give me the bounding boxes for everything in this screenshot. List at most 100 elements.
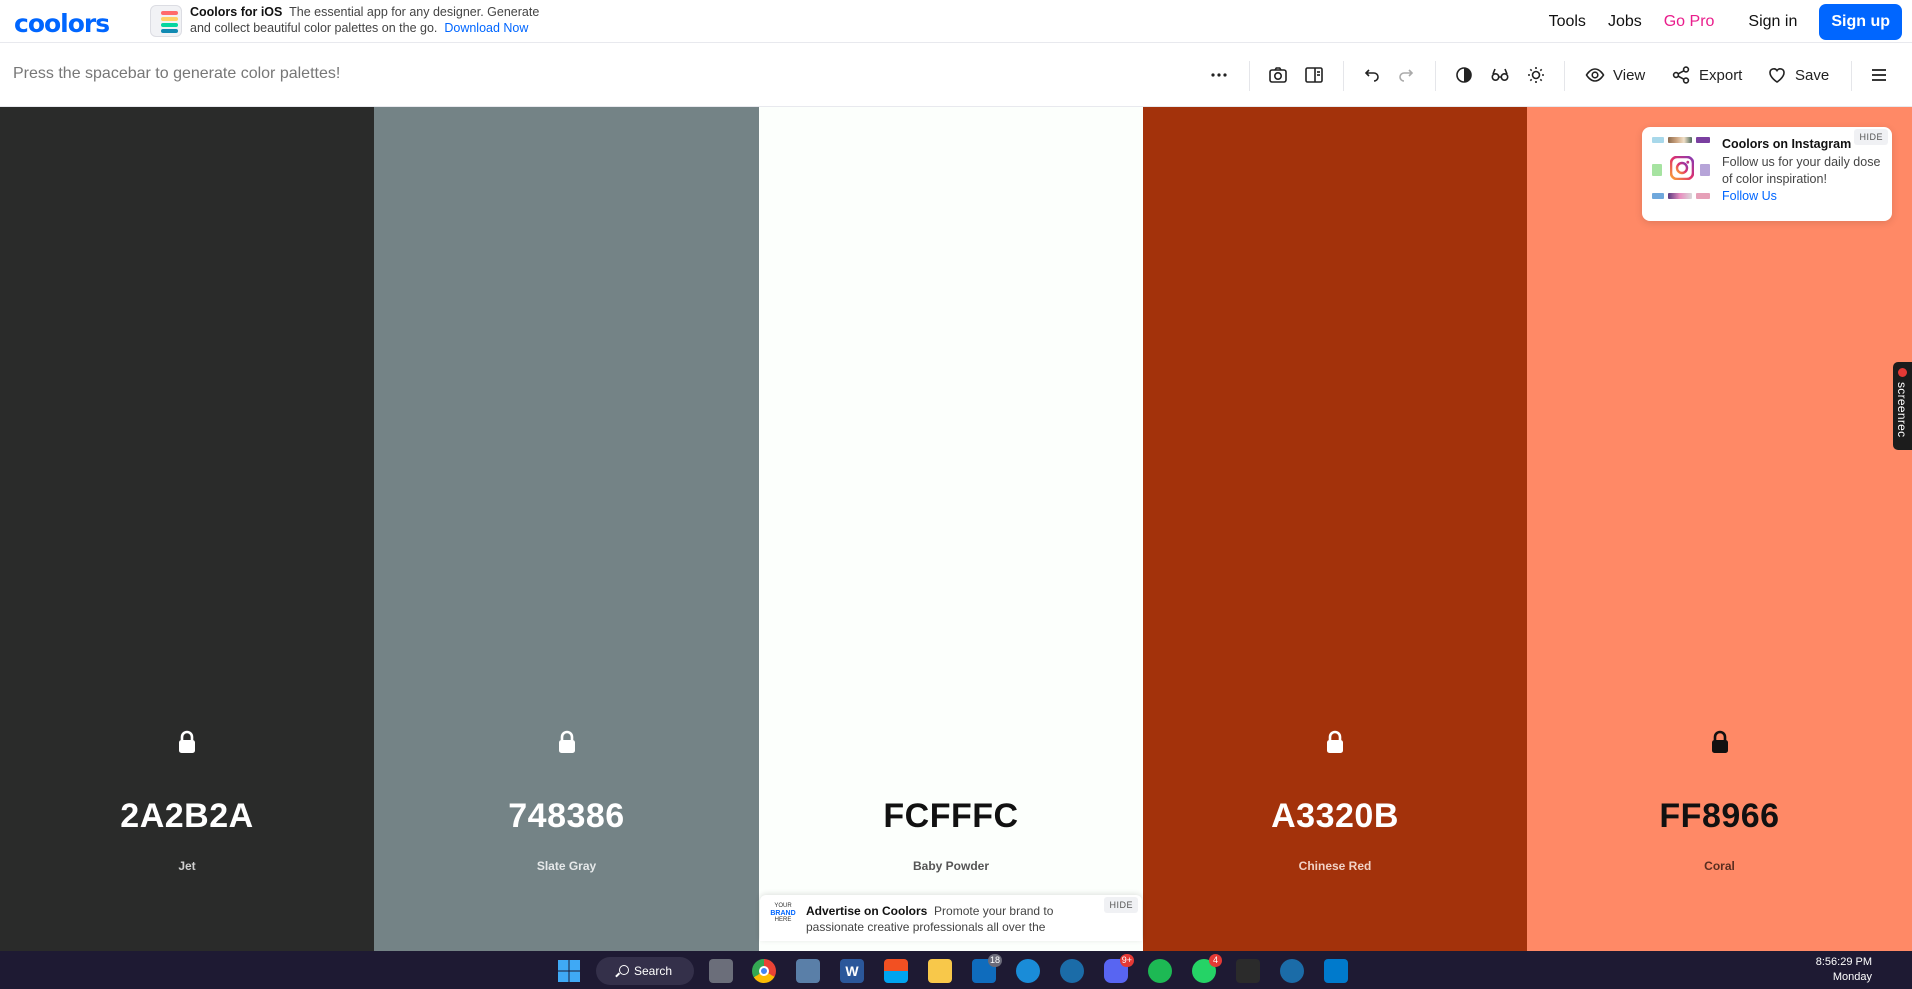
hex-code[interactable]: A3320B (1143, 797, 1527, 836)
taskbar-search-label: Search (634, 964, 673, 978)
app-bm-icon[interactable] (1236, 959, 1260, 983)
hex-code[interactable]: 748386 (374, 797, 759, 836)
photos-icon[interactable] (796, 959, 820, 983)
instagram-card-title: Coolors on Instagram (1722, 137, 1852, 151)
promo-text: Coolors for iOS The essential app for an… (190, 5, 560, 36)
sign-in-link[interactable]: Sign in (1748, 13, 1797, 31)
color-column-jet[interactable]: 2A2B2A Jet (0, 107, 374, 951)
instagram-icon (1670, 156, 1694, 180)
hex-code[interactable]: FF8966 (1527, 797, 1912, 836)
redo-icon[interactable] (1397, 63, 1417, 87)
discord-icon[interactable]: 9+ (1104, 954, 1134, 983)
promo-title: Coolors for iOS (190, 5, 283, 19)
taskbar-search[interactable]: Search (596, 957, 694, 985)
outlook-badge: 18 (987, 954, 1002, 967)
lock-icon[interactable] (176, 730, 198, 754)
hide-ad-button[interactable]: HIDE (1104, 897, 1138, 913)
screenrec-tab[interactable]: screenrec (1893, 362, 1912, 450)
color-palette: 2A2B2A Jet 748386 Slate Gray FCFFFC Baby… (0, 107, 1912, 951)
lock-icon[interactable] (1324, 730, 1346, 754)
color-name: Baby Powder (912, 859, 990, 873)
hide-instagram-card-button[interactable]: HIDE (1854, 129, 1888, 145)
hamburger-menu-icon[interactable] (1869, 63, 1889, 87)
lock-icon[interactable] (556, 730, 578, 754)
windows-start-icon[interactable] (557, 959, 581, 983)
vscode-icon[interactable] (1324, 959, 1348, 983)
view-button[interactable]: View (1585, 63, 1645, 87)
instagram-card-text: Follow us for your daily dose of color i… (1722, 154, 1887, 205)
file-explorer-icon[interactable] (928, 959, 952, 983)
whatsapp-icon[interactable]: 4 (1192, 954, 1222, 983)
color-column-slate-gray[interactable]: 748386 Slate Gray (374, 107, 759, 951)
discord-badge: 9+ (1119, 954, 1134, 967)
more-options-icon[interactable] (1209, 63, 1229, 87)
color-name: Chinese Red (1298, 859, 1372, 873)
toolbar-divider (1564, 61, 1565, 91)
ad-title: Advertise on Coolors (806, 904, 928, 918)
toolbar-divider (1435, 61, 1436, 91)
color-name: Slate Gray (536, 859, 597, 873)
share-icon (1672, 66, 1690, 84)
eye-icon (1585, 68, 1605, 82)
instagram-preview-grid (1652, 137, 1712, 199)
edge-icon[interactable] (1016, 959, 1040, 983)
save-label: Save (1795, 66, 1830, 84)
export-button[interactable]: Export (1671, 63, 1742, 87)
brand-logo-line-2: BRAND (770, 910, 796, 917)
clock-time: 8:56:29 PM (1815, 956, 1872, 968)
search-icon (619, 965, 629, 975)
nav-go-pro[interactable]: Go Pro (1664, 13, 1715, 31)
spotify-icon[interactable] (1148, 959, 1172, 983)
download-now-link[interactable]: Download Now (444, 21, 528, 35)
steam-icon[interactable] (1060, 959, 1084, 983)
spacebar-hint: Press the spacebar to generate color pal… (13, 65, 341, 82)
chrome-icon[interactable] (752, 959, 776, 983)
your-brand-here-logo: YOUR BRAND HERE (768, 903, 798, 933)
toolbar-divider (1343, 61, 1344, 91)
follow-us-link[interactable]: Follow Us (1722, 189, 1777, 203)
heart-icon (1769, 68, 1785, 83)
ios-promo-banner[interactable]: Coolors for iOS The essential app for an… (150, 5, 560, 37)
view-label: View (1613, 66, 1646, 84)
color-name: Coral (1704, 859, 1735, 873)
outlook-icon[interactable]: 18 (972, 954, 1002, 983)
task-view-icon[interactable] (709, 959, 733, 983)
color-column-chinese-red[interactable]: A3320B Chinese Red (1143, 107, 1527, 951)
screenrec-label: screenrec (1895, 382, 1909, 438)
record-dot-icon (1898, 368, 1907, 377)
steam-icon-2[interactable] (1280, 959, 1304, 983)
ad-text: Advertise on Coolors Promote your brand … (806, 903, 1086, 935)
microsoft-store-icon[interactable] (884, 959, 908, 983)
clock-day: Monday (1832, 971, 1872, 983)
whatsapp-badge: 4 (1209, 954, 1222, 967)
contrast-icon[interactable] (1454, 63, 1474, 87)
word-icon[interactable]: W (840, 959, 864, 983)
color-column-coral[interactable]: FF8966 Coral (1527, 107, 1912, 951)
color-name: Jet (178, 859, 196, 873)
brightness-icon[interactable] (1526, 63, 1546, 87)
color-blindness-glasses-icon[interactable] (1490, 63, 1510, 87)
lock-icon[interactable] (1709, 730, 1731, 754)
instagram-promo-card[interactable]: HIDE Coolors on Instagram Follow us for … (1642, 127, 1892, 221)
coolors-logo[interactable]: coolors (14, 9, 110, 38)
camera-icon[interactable] (1268, 63, 1288, 87)
advertise-card[interactable]: HIDE YOUR BRAND HERE Advertise on Coolor… (760, 895, 1142, 941)
hex-code[interactable]: 2A2B2A (0, 797, 374, 836)
side-panel-icon[interactable] (1304, 63, 1324, 87)
save-button[interactable]: Save (1767, 63, 1829, 87)
nav-tools[interactable]: Tools (1549, 13, 1586, 31)
hex-code[interactable]: FCFFFC (759, 797, 1143, 836)
sign-up-button[interactable]: Sign up (1819, 3, 1902, 40)
nav-jobs[interactable]: Jobs (1608, 13, 1642, 31)
nav-links: Tools Jobs Go Pro Sign in Sign up (1549, 0, 1912, 43)
system-clock[interactable]: 8:56:29 PM Monday (1816, 955, 1872, 985)
color-column-baby-powder[interactable]: FCFFFC Baby Powder (759, 107, 1143, 951)
toolbar-divider (1249, 61, 1250, 91)
ios-app-thumbnail (150, 5, 182, 37)
generator-toolbar: Press the spacebar to generate color pal… (0, 43, 1912, 107)
toolbar-divider (1851, 61, 1852, 91)
top-navigation: coolors Coolors for iOS The essential ap… (0, 0, 1912, 43)
instagram-card-description: Follow us for your daily dose of color i… (1722, 155, 1881, 186)
undo-icon[interactable] (1361, 63, 1381, 87)
brand-logo-line-3: HERE (774, 917, 792, 923)
